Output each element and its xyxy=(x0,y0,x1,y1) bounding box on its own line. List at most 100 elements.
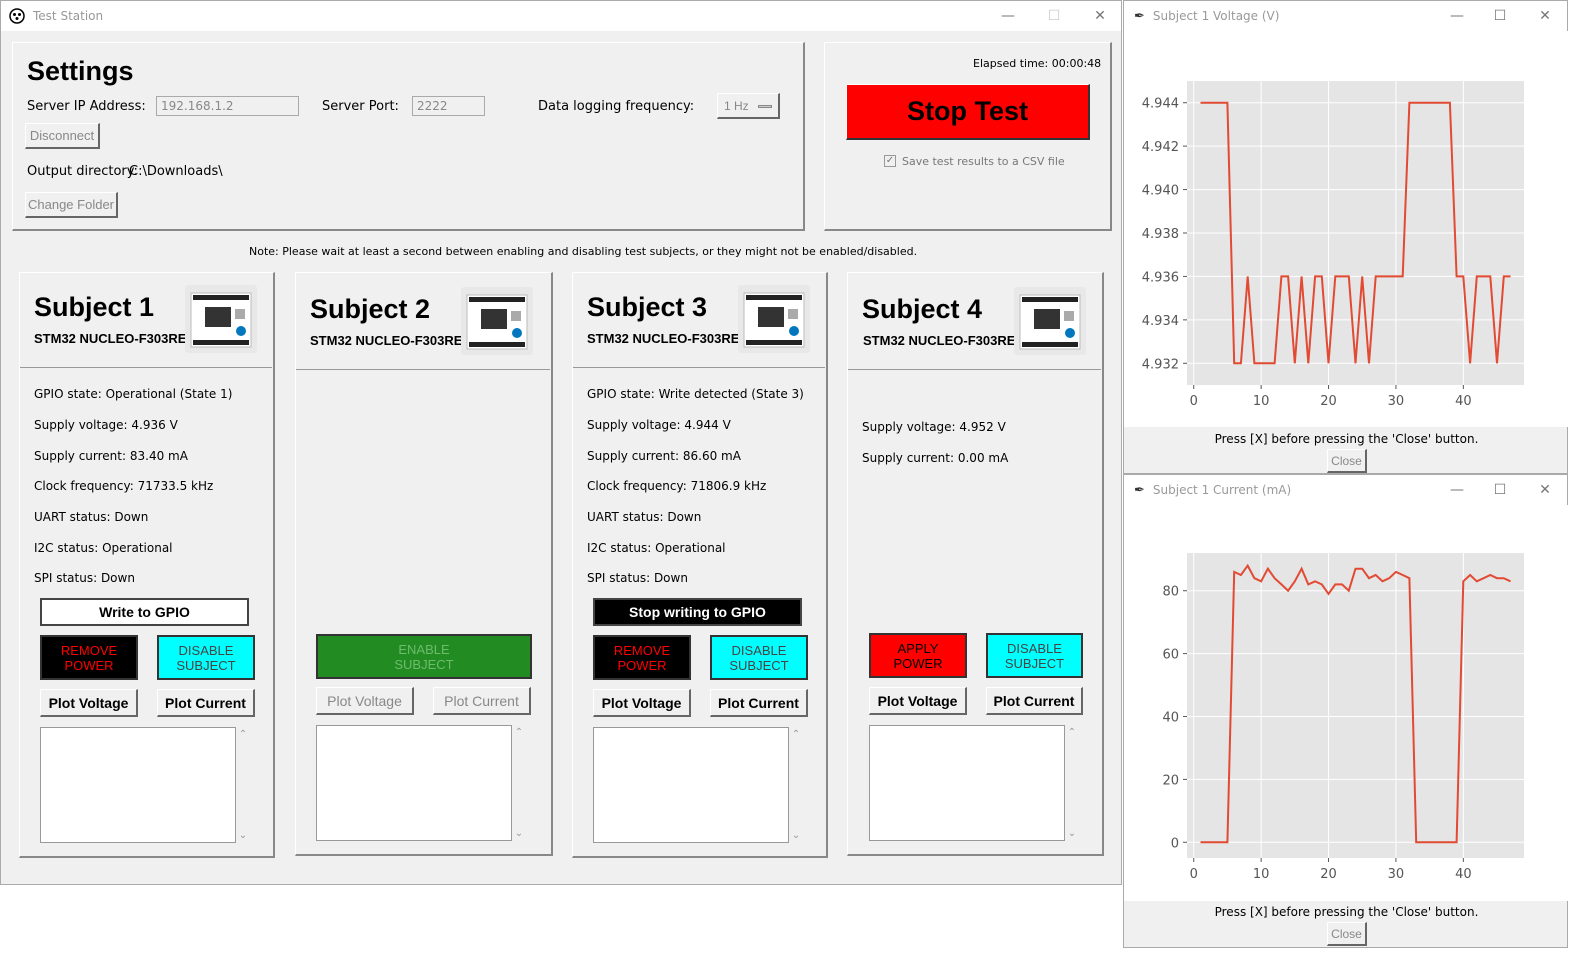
y-tick-label: 4.942 xyxy=(1142,140,1179,155)
server-port-input[interactable]: 2222 xyxy=(412,96,485,116)
subject-4-current: Supply current: 0.00 mA xyxy=(862,451,1009,465)
current-window-title: Subject 1 Current (mA) xyxy=(1152,483,1292,497)
close-icon[interactable]: ✕ xyxy=(1077,1,1123,31)
x-tick-label: 40 xyxy=(1455,867,1472,882)
y-tick-label: 4.940 xyxy=(1142,184,1179,199)
csv-checkbox[interactable]: ✓ xyxy=(884,155,896,167)
subject-3-scrollbar[interactable]: ⌃ ⌄ xyxy=(789,729,803,841)
server-ip-input[interactable]: 192.168.1.2 xyxy=(156,96,299,116)
subject-2-plot-voltage-button[interactable]: Plot Voltage xyxy=(316,687,414,715)
minimize-icon[interactable]: — xyxy=(1434,1,1480,31)
enable-subject-line2: SUBJECT xyxy=(394,656,454,672)
subject-1-disable-subject-button[interactable]: DISABLE SUBJECT xyxy=(157,635,255,680)
y-tick-label: 60 xyxy=(1162,648,1179,663)
disable-subject-line1: DISABLE xyxy=(731,642,787,658)
subject-3-i2c: I2C status: Operational xyxy=(587,541,726,555)
scroll-down-icon[interactable]: ⌄ xyxy=(1065,828,1079,839)
close-icon[interactable]: ✕ xyxy=(1522,1,1568,31)
voltage-close-button[interactable]: Close xyxy=(1327,449,1367,473)
subject-3-gpio: GPIO state: Write detected (State 3) xyxy=(587,387,804,401)
subject-1-plot-current-button[interactable]: Plot Current xyxy=(157,689,255,717)
server-port-label: Server Port: xyxy=(322,99,399,114)
subject-2-log-textbox[interactable] xyxy=(316,725,512,841)
app-icon xyxy=(9,8,25,24)
subject-1-plot-voltage-button[interactable]: Plot Voltage xyxy=(40,689,138,717)
y-tick-label: 40 xyxy=(1162,711,1179,726)
current-plot-window: ✒ Subject 1 Current (mA) — ☐ ✕ 0 10 20 30 40… xyxy=(1123,474,1569,948)
minimize-icon[interactable]: — xyxy=(985,1,1031,31)
subject-2-board: STM32 NUCLEO-F303RE xyxy=(310,333,463,348)
current-titlebar[interactable]: ✒ Subject 1 Current (mA) — ☐ ✕ xyxy=(1124,475,1567,505)
logging-frequency-label: Data logging frequency: xyxy=(538,99,695,114)
subject-4-log-textbox[interactable] xyxy=(869,725,1065,841)
minimize-icon[interactable]: — xyxy=(1434,475,1480,505)
stop-test-button[interactable]: Stop Test xyxy=(846,84,1090,140)
main-titlebar[interactable]: Test Station — ☐ ✕ xyxy=(1,1,1121,31)
scroll-up-icon[interactable]: ⌃ xyxy=(512,727,526,738)
y-tick-label: 4.936 xyxy=(1142,270,1179,285)
subject-3-uart: UART status: Down xyxy=(587,510,702,524)
subject-4-scrollbar[interactable]: ⌃ ⌄ xyxy=(1065,727,1079,839)
subject-3-disable-subject-button[interactable]: DISABLE SUBJECT xyxy=(710,635,808,680)
subject-1-write-gpio-button[interactable]: Write to GPIO xyxy=(40,598,249,626)
feather-icon: ✒ xyxy=(1134,8,1145,24)
x-tick-label: 20 xyxy=(1320,394,1337,409)
change-folder-button[interactable]: Change Folder xyxy=(25,192,118,218)
scroll-up-icon[interactable]: ⌃ xyxy=(1065,727,1079,738)
subject-3-plot-current-button[interactable]: Plot Current xyxy=(710,689,808,717)
subject-1-current: Supply current: 83.40 mA xyxy=(34,449,188,463)
scroll-up-icon[interactable]: ⌃ xyxy=(789,729,803,740)
settings-heading: Settings xyxy=(27,56,134,86)
subject-3-voltage: Supply voltage: 4.944 V xyxy=(587,418,731,432)
y-tick-label: 4.934 xyxy=(1142,314,1179,329)
subject-3-log-textbox[interactable] xyxy=(593,727,789,843)
maximize-icon[interactable]: ☐ xyxy=(1477,1,1523,31)
subject-3-plot-voltage-button[interactable]: Plot Voltage xyxy=(593,689,691,717)
voltage-chart: 0 10 20 30 40 4.932 4.934 4.936 4.938 4.940 4.942 4… xyxy=(1142,81,1524,409)
voltage-titlebar[interactable]: ✒ Subject 1 Voltage (V) — ☐ ✕ xyxy=(1124,1,1567,31)
feather-icon: ✒ xyxy=(1134,482,1145,498)
disable-subject-line2: SUBJECT xyxy=(729,657,789,673)
subject-2-enable-subject-button[interactable]: ENABLE SUBJECT xyxy=(316,634,532,679)
disable-subject-line2: SUBJECT xyxy=(1004,655,1065,671)
y-tick-label: 80 xyxy=(1162,585,1179,600)
subject-4-plot-voltage-button[interactable]: Plot Voltage xyxy=(869,687,967,715)
subject-4-disable-subject-button[interactable]: DISABLE SUBJECT xyxy=(986,633,1083,678)
plot-background xyxy=(1187,553,1524,858)
close-icon[interactable]: ✕ xyxy=(1522,475,1568,505)
y-tick-label: 0 xyxy=(1171,836,1179,851)
scroll-down-icon[interactable]: ⌄ xyxy=(789,830,803,841)
subject-1-clock: Clock frequency: 71733.5 kHz xyxy=(34,479,214,493)
subject-1-i2c: I2C status: Operational xyxy=(34,541,173,555)
subject-3-remove-power-button[interactable]: REMOVE POWER xyxy=(593,635,691,680)
subject-4-title: Subject 4 xyxy=(862,294,983,324)
subject-1-log-textbox[interactable] xyxy=(40,727,236,843)
maximize-icon[interactable]: ☐ xyxy=(1477,475,1523,505)
nucleo-board-icon xyxy=(185,285,257,353)
voltage-note: Press [X] before pressing the 'Close' bu… xyxy=(1214,432,1479,446)
subject-1-remove-power-button[interactable]: REMOVE POWER xyxy=(40,635,138,680)
subject-2-plot-current-button[interactable]: Plot Current xyxy=(433,687,531,715)
subject-3-stop-writing-gpio-button[interactable]: Stop writing to GPIO xyxy=(593,598,802,626)
x-tick-label: 20 xyxy=(1320,867,1337,882)
y-tick-label: 4.938 xyxy=(1142,227,1179,242)
subject-4-plot-current-button[interactable]: Plot Current xyxy=(986,687,1083,715)
disconnect-button[interactable]: Disconnect xyxy=(25,123,100,149)
subject-1-scrollbar[interactable]: ⌃ ⌄ xyxy=(236,729,250,841)
subject-4-apply-power-button[interactable]: APPLY POWER xyxy=(869,633,967,678)
server-ip-label: Server IP Address: xyxy=(27,99,146,114)
scroll-down-icon[interactable]: ⌄ xyxy=(512,828,526,839)
output-dir-value: C:\Downloads\ xyxy=(129,164,223,179)
output-dir-label: Output directory: xyxy=(27,164,138,179)
disable-subject-line1: DISABLE xyxy=(178,642,234,658)
main-window: Test Station — ☐ ✕ Settings Server IP Ad… xyxy=(0,0,1122,885)
current-close-button[interactable]: Close xyxy=(1327,922,1367,946)
scroll-down-icon[interactable]: ⌄ xyxy=(236,830,250,841)
scroll-up-icon[interactable]: ⌃ xyxy=(236,729,250,740)
subject-3-clock: Clock frequency: 71806.9 kHz xyxy=(587,479,767,493)
subject-1-uart: UART status: Down xyxy=(34,510,149,524)
maximize-icon[interactable]: ☐ xyxy=(1031,1,1077,31)
x-tick-label: 10 xyxy=(1253,867,1270,882)
subject-2-scrollbar[interactable]: ⌃ ⌄ xyxy=(512,727,526,839)
logging-frequency-select[interactable]: 1 Hz xyxy=(717,93,780,119)
